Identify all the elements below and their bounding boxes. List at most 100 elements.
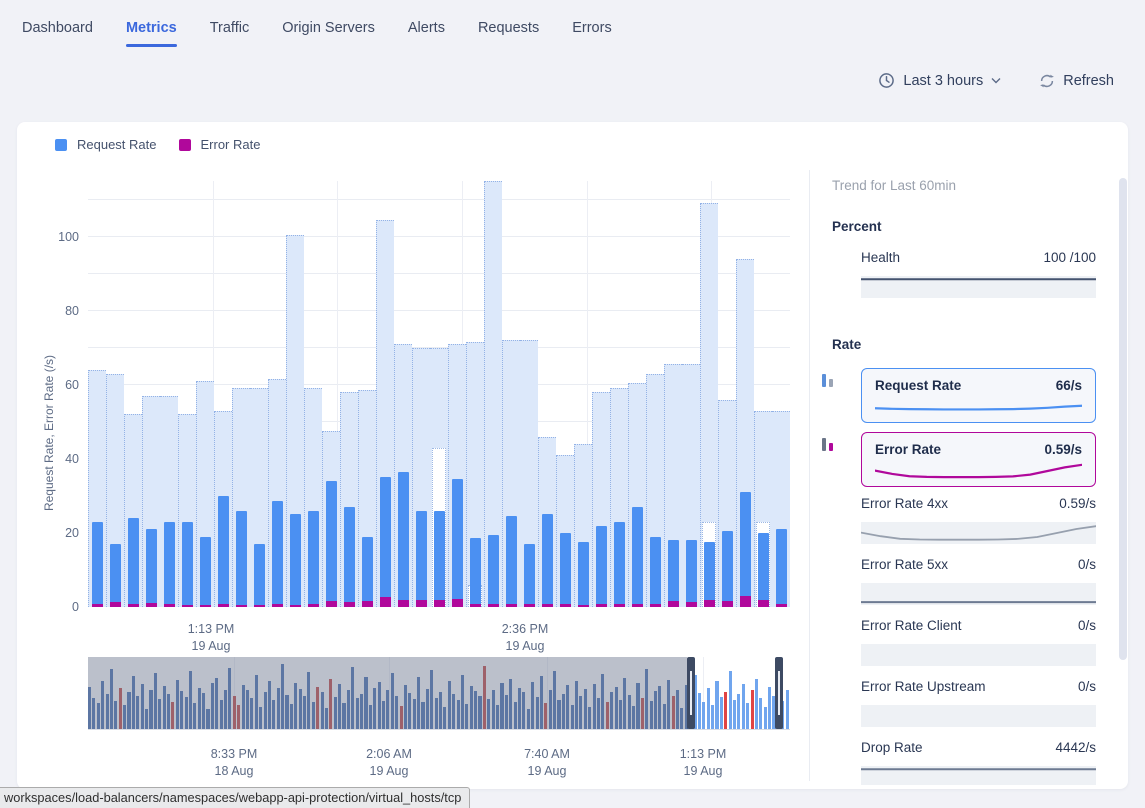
error-rate-bar[interactable] [740, 596, 751, 607]
request-rate-bar[interactable] [632, 507, 643, 607]
tab-errors[interactable]: Errors [572, 20, 611, 47]
request-rate-bar[interactable] [254, 544, 265, 607]
error-rate-bar[interactable] [308, 604, 319, 607]
mini-bar-chart-icon[interactable] [819, 371, 837, 389]
request-rate-bar[interactable] [524, 544, 535, 607]
error-rate-bar[interactable] [236, 605, 247, 607]
error-rate-bar[interactable] [560, 604, 571, 607]
error-rate-bar[interactable] [524, 604, 535, 607]
request-rate-bar[interactable] [596, 526, 607, 607]
brush-handle-right[interactable] [775, 657, 783, 729]
trend-card-request-rate[interactable]: Request Rate66/s [861, 368, 1096, 423]
error-rate-bar[interactable] [488, 604, 499, 607]
request-rate-bar[interactable] [290, 514, 301, 607]
error-rate-bar[interactable] [470, 604, 481, 607]
trend-row-drop-rate[interactable]: Drop Rate4442/s [861, 740, 1096, 785]
legend-item-error-rate[interactable]: Error Rate [179, 137, 261, 152]
error-rate-bar[interactable] [704, 600, 715, 607]
error-rate-bar[interactable] [722, 601, 733, 607]
error-rate-bar[interactable] [614, 604, 625, 607]
error-rate-bar[interactable] [182, 605, 193, 607]
request-rate-bar[interactable] [614, 522, 625, 607]
error-rate-bar[interactable] [146, 603, 157, 607]
request-rate-bar[interactable] [326, 481, 337, 607]
request-rate-bar[interactable] [506, 516, 517, 607]
request-rate-bar[interactable] [668, 540, 679, 607]
error-rate-bar[interactable] [650, 604, 661, 607]
error-rate-bar[interactable] [668, 601, 679, 607]
error-rate-bar[interactable] [506, 604, 517, 607]
error-rate-bar[interactable] [578, 605, 589, 607]
error-rate-bar[interactable] [452, 599, 463, 607]
error-rate-bar[interactable] [92, 604, 103, 607]
tab-traffic[interactable]: Traffic [210, 20, 249, 47]
tab-origin-servers[interactable]: Origin Servers [282, 20, 375, 47]
request-rate-bar[interactable] [218, 496, 229, 607]
error-rate-bar[interactable] [434, 600, 445, 607]
error-rate-bar[interactable] [290, 605, 301, 607]
error-rate-bar[interactable] [362, 601, 373, 607]
panel-scrollbar[interactable] [1119, 178, 1127, 660]
error-rate-bar[interactable] [416, 600, 427, 607]
request-rate-bar[interactable] [200, 537, 211, 607]
tab-metrics[interactable]: Metrics [126, 20, 177, 47]
request-rate-bar[interactable] [686, 540, 697, 607]
request-rate-bar[interactable] [416, 511, 427, 607]
error-rate-bar[interactable] [776, 604, 787, 607]
request-rate-bar[interactable] [740, 492, 751, 607]
request-rate-bar[interactable] [380, 477, 391, 607]
main-plot[interactable]: 020406080100 [88, 181, 790, 607]
tab-requests[interactable]: Requests [478, 20, 539, 47]
request-rate-bar[interactable] [650, 537, 661, 607]
trend-row-error-rate-client[interactable]: Error Rate Client0/s [861, 618, 1096, 666]
request-rate-bar[interactable] [344, 507, 355, 607]
error-rate-bar[interactable] [128, 604, 139, 607]
request-rate-bar[interactable] [704, 542, 715, 607]
tab-alerts[interactable]: Alerts [408, 20, 445, 47]
error-rate-bar[interactable] [200, 605, 211, 607]
request-rate-bar[interactable] [128, 518, 139, 607]
trend-card-error-rate[interactable]: Error Rate0.59/s [861, 432, 1096, 487]
error-rate-bar[interactable] [542, 604, 553, 607]
request-rate-bar[interactable] [470, 538, 481, 607]
request-rate-bar[interactable] [182, 522, 193, 607]
trend-row-error-rate-5xx[interactable]: Error Rate 5xx0/s [861, 557, 1096, 605]
request-rate-bar[interactable] [578, 542, 589, 607]
request-rate-bar[interactable] [398, 472, 409, 607]
error-rate-bar[interactable] [110, 602, 121, 607]
request-rate-bar[interactable] [146, 529, 157, 607]
brush-timeline[interactable] [88, 657, 790, 730]
request-rate-bar[interactable] [92, 522, 103, 607]
tab-dashboard[interactable]: Dashboard [22, 20, 93, 47]
request-rate-bar[interactable] [776, 529, 787, 607]
trend-row-error-rate-4xx[interactable]: Error Rate 4xx0.59/s [861, 496, 1096, 544]
request-rate-bar[interactable] [560, 533, 571, 607]
error-rate-bar[interactable] [164, 604, 175, 607]
request-rate-bar[interactable] [758, 533, 769, 607]
brush-handle-left[interactable] [687, 657, 695, 729]
request-rate-bar[interactable] [434, 511, 445, 607]
error-rate-bar[interactable] [380, 597, 391, 607]
request-rate-bar[interactable] [236, 511, 247, 607]
request-rate-bar[interactable] [542, 514, 553, 607]
refresh-button[interactable]: Refresh [1039, 73, 1114, 89]
error-rate-bar[interactable] [632, 604, 643, 607]
request-rate-bar[interactable] [164, 522, 175, 607]
request-rate-bar[interactable] [488, 535, 499, 607]
error-rate-bar[interactable] [398, 600, 409, 607]
request-rate-bar[interactable] [110, 544, 121, 607]
mini-bar-chart-icon[interactable] [819, 435, 837, 453]
request-rate-bar[interactable] [722, 531, 733, 607]
error-rate-bar[interactable] [218, 604, 229, 607]
request-rate-bar[interactable] [308, 511, 319, 607]
request-rate-bar[interactable] [362, 537, 373, 607]
trend-row-error-rate-upstream[interactable]: Error Rate Upstream0/s [861, 679, 1096, 727]
time-range-select[interactable]: Last 3 hours [878, 72, 1001, 89]
error-rate-bar[interactable] [272, 604, 283, 607]
error-rate-bar[interactable] [344, 602, 355, 607]
request-rate-bar[interactable] [452, 479, 463, 607]
legend-item-request-rate[interactable]: Request Rate [55, 137, 157, 152]
error-rate-bar[interactable] [254, 605, 265, 607]
request-rate-bar[interactable] [272, 501, 283, 607]
error-rate-bar[interactable] [596, 604, 607, 607]
